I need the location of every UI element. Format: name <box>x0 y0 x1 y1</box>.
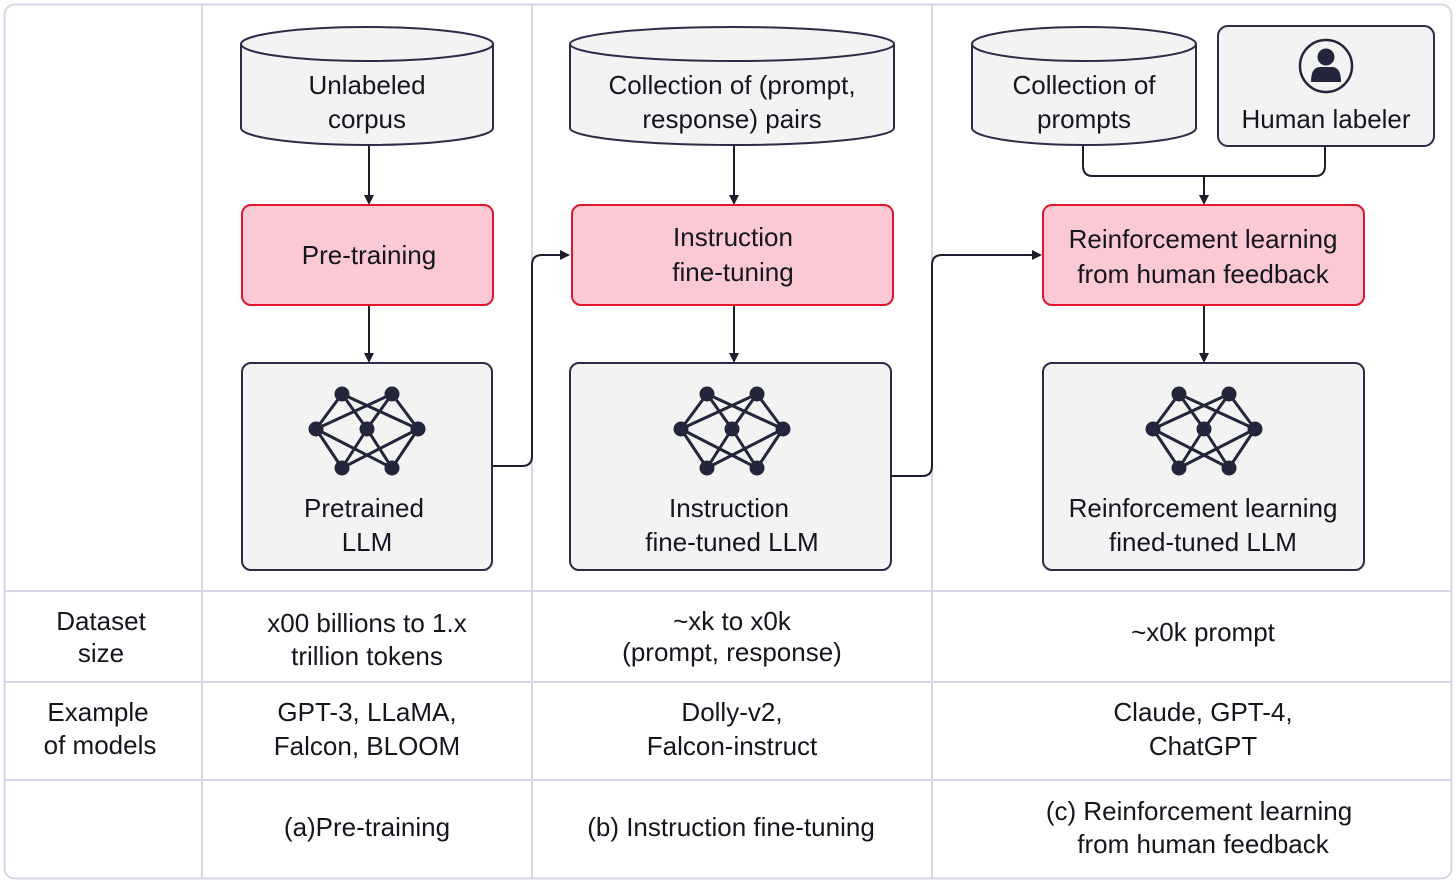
cell-pretraining-line-1: GPT-3, LLaMA, <box>277 697 456 727</box>
row-header-line-2: size <box>78 638 124 668</box>
neural-network-node <box>775 421 791 437</box>
cell-pretraining-line-2: trillion tokens <box>291 641 443 671</box>
data-source-cylinder: Unlabeled corpus <box>240 26 494 146</box>
data-source-label-line-1: Collection of (prompt, <box>608 70 855 100</box>
stage-label-line-2: from human feedback <box>1077 259 1329 289</box>
llm-training-pipeline-diagram: Unlabeled corpus Pre-training Pretrained… <box>3 3 1453 880</box>
stage-label-line-2: fine-tuning <box>672 257 793 287</box>
caption-rlhf-line-1: (c) Reinforcement learning <box>1046 796 1352 826</box>
cell-rlhf-line-1: Claude, GPT-4, <box>1113 697 1292 727</box>
stage-box-rlhf: Reinforcement learning from human feedba… <box>1042 204 1365 306</box>
row-header-line-2: of models <box>44 730 157 760</box>
model-label-line-1: Pretrained <box>304 493 424 523</box>
model-label-line-2: LLM <box>342 527 393 557</box>
data-source-cylinder: Collection of (prompt, response) pairs <box>569 26 895 146</box>
neural-network-node <box>359 421 375 437</box>
human-labeler-label: Human labeler <box>1241 104 1410 134</box>
stage-label-line-1: Instruction <box>673 222 793 252</box>
neural-network-node <box>1145 421 1161 437</box>
cell-instruction-line-1: ~xk to x0k <box>673 606 792 636</box>
stage-box-instruction-fine-tuning: Instruction fine-tuning <box>571 204 894 306</box>
model-label-line-2: fine-tuned LLM <box>645 527 818 557</box>
cell-instruction-line-2: (prompt, response) <box>622 637 842 667</box>
model-box-rlhf-llm: Reinforcement learning fined-tuned LLM <box>1042 362 1365 571</box>
data-source-label-line-2: prompts <box>1037 104 1131 134</box>
neural-network-node <box>1196 421 1212 437</box>
model-label-line-2: fined-tuned LLM <box>1109 527 1297 557</box>
model-box-instruction-fine-tuned-llm: Instruction fine-tuned LLM <box>569 362 892 571</box>
cell-pretraining-line-2: Falcon, BLOOM <box>274 731 460 761</box>
neural-network-node <box>673 421 689 437</box>
neural-network-node <box>749 460 765 476</box>
cell-rlhf: ~x0k prompt <box>1131 617 1276 647</box>
stage-label: Pre-training <box>302 240 436 270</box>
caption-pretraining: (a)Pre-training <box>284 812 450 842</box>
caption-rlhf-line-2: from human feedback <box>1077 829 1329 859</box>
neural-network-node <box>1171 460 1187 476</box>
neural-network-node <box>1171 386 1187 402</box>
row-header-line-1: Example <box>47 697 148 727</box>
neural-network-node <box>384 460 400 476</box>
neural-network-node <box>334 386 350 402</box>
model-label-line-1: Reinforcement learning <box>1069 493 1338 523</box>
cell-instruction-line-2: Falcon-instruct <box>647 731 818 761</box>
cell-pretraining-line-1: x00 billions to 1.x <box>267 608 466 638</box>
data-source-label-line-2: response) pairs <box>642 104 821 134</box>
neural-network-node <box>334 460 350 476</box>
model-label-line-1: Instruction <box>669 493 789 523</box>
neural-network-node <box>699 386 715 402</box>
neural-network-node <box>1247 421 1263 437</box>
cell-instruction-line-1: Dolly-v2, <box>681 697 782 727</box>
data-source-label-line-1: Unlabeled <box>308 70 425 100</box>
stage-label-line-1: Reinforcement learning <box>1069 224 1338 254</box>
model-box-pretrained-llm: Pretrained LLM <box>241 362 493 571</box>
column-instruction-fine-tuning: Collection of (prompt, response) pairs I… <box>569 26 895 571</box>
stage-box-pretraining: Pre-training <box>241 204 494 306</box>
human-labeler-box: Human labeler <box>1217 25 1435 147</box>
data-source-cylinder: Collection of prompts <box>971 26 1197 146</box>
row-header-line-1: Dataset <box>56 606 146 636</box>
data-source-label-line-1: Collection of <box>1012 70 1156 100</box>
neural-network-node <box>749 386 765 402</box>
neural-network-node <box>308 421 324 437</box>
cell-rlhf-line-2: ChatGPT <box>1149 731 1257 761</box>
data-source-label-line-2: corpus <box>328 104 406 134</box>
caption-instruction-fine-tuning: (b) Instruction fine-tuning <box>587 812 875 842</box>
neural-network-node <box>699 460 715 476</box>
neural-network-node <box>1221 460 1237 476</box>
neural-network-node <box>724 421 740 437</box>
column-pretraining: Unlabeled corpus Pre-training Pretrained… <box>240 26 494 571</box>
neural-network-node <box>384 386 400 402</box>
neural-network-node <box>410 421 426 437</box>
neural-network-node <box>1221 386 1237 402</box>
